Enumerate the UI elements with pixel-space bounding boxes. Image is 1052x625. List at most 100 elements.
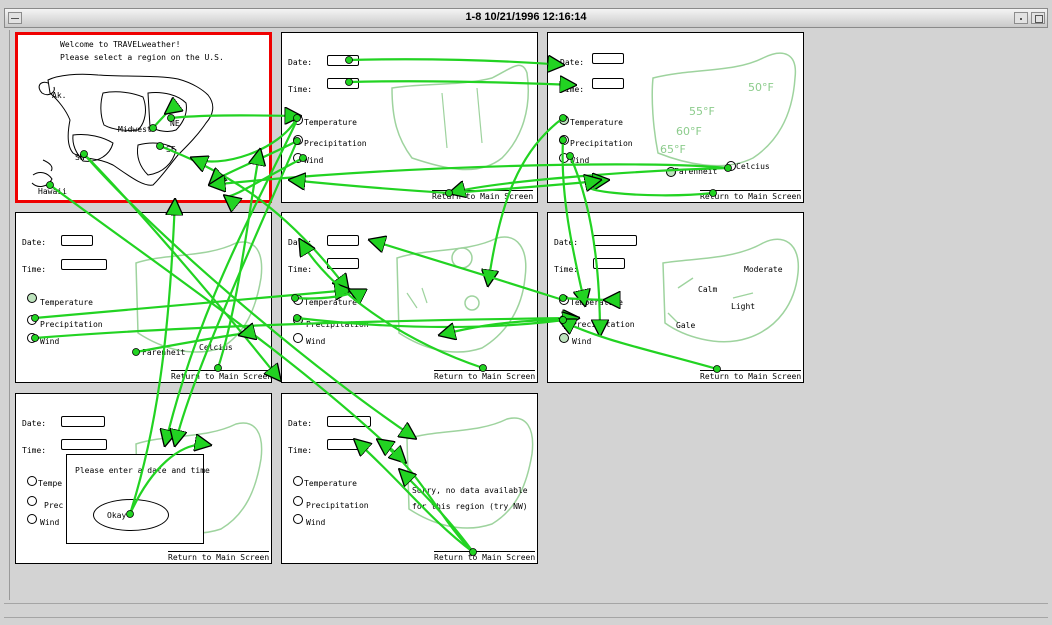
precipitation-label: Precipitation <box>570 139 633 148</box>
date-label: Date: <box>560 58 585 67</box>
screen-temperature-alt[interactable]: Date: Time: Temperature Precipitation Wi… <box>15 212 272 383</box>
wind-moderate-label: Moderate <box>744 265 783 274</box>
wind-radio[interactable] <box>293 153 303 163</box>
screen-no-data[interactable]: Date: Time: Temperature Precipitation Wi… <box>281 393 538 564</box>
no-data-message-2: for this region (try NW) <box>412 502 528 511</box>
date-label: Date: <box>22 419 47 428</box>
return-button[interactable]: Return to Main Screen <box>700 190 802 201</box>
time-label: Time: <box>288 85 313 94</box>
region-ne-label[interactable]: NE <box>170 119 180 128</box>
precipitation-radio[interactable] <box>559 135 569 145</box>
window-titlebar[interactable]: 1-8 10/21/1996 12:16:14 <box>4 8 1048 28</box>
us-map-sketch[interactable] <box>18 35 269 200</box>
time-label: Time: <box>288 265 313 274</box>
left-divider <box>9 30 10 600</box>
time-field[interactable] <box>327 439 359 450</box>
return-button[interactable]: Return to Main Screen <box>434 551 536 562</box>
okay-label: Okay <box>107 511 127 520</box>
time-label: Time: <box>554 265 579 274</box>
okay-button[interactable] <box>93 499 169 531</box>
precipitation-label: Precipitation <box>306 501 369 510</box>
time-field[interactable] <box>327 258 359 269</box>
wind-radio[interactable] <box>27 514 37 524</box>
screen-temperature[interactable]: 55°F 50°F 60°F 65°F Date: Time: Temperat… <box>547 32 804 203</box>
date-field[interactable] <box>327 55 359 66</box>
faint-map-sketch <box>135 241 263 353</box>
time-field[interactable] <box>592 78 624 89</box>
wind-radio[interactable] <box>559 333 569 343</box>
temperature-radio[interactable] <box>293 295 303 305</box>
celsius-radio[interactable] <box>726 161 736 171</box>
temperature-radio[interactable] <box>293 476 303 486</box>
temperature-radio[interactable] <box>559 115 569 125</box>
temperature-radio[interactable] <box>27 293 37 303</box>
date-field[interactable] <box>593 235 637 246</box>
temperature-radio[interactable] <box>559 295 569 305</box>
wind-label: Wind <box>306 337 326 346</box>
celsius-label: Celcius <box>736 162 770 171</box>
window-title: 1-8 10/21/1996 12:16:14 <box>465 11 587 23</box>
temperature-label-short: Tempe <box>38 479 63 488</box>
return-button[interactable]: Return to Main Screen <box>700 370 802 381</box>
precipitation-radio[interactable] <box>27 315 37 325</box>
time-label: Time: <box>288 446 313 455</box>
wind-label: Wind <box>40 518 60 527</box>
faint-map-sketch <box>406 417 534 529</box>
date-label: Date: <box>288 58 313 67</box>
maximize-button[interactable] <box>1031 12 1045 24</box>
date-field[interactable] <box>327 235 359 246</box>
temperature-label: Temperature <box>304 118 357 127</box>
wind-radio[interactable] <box>293 514 303 524</box>
date-field[interactable] <box>592 53 624 64</box>
wind-label: Wind <box>306 518 326 527</box>
region-sw-label[interactable]: SW <box>75 153 85 162</box>
precipitation-radio[interactable] <box>293 496 303 506</box>
temperature-label: Temperature <box>304 479 357 488</box>
precipitation-label: Precipitation <box>572 320 635 329</box>
region-se-label[interactable]: SE <box>166 145 176 154</box>
screen-select-datetime[interactable]: Date: Time: Temperature Precipitation Wi… <box>281 32 538 203</box>
wind-radio[interactable] <box>27 333 37 343</box>
minimize-button[interactable] <box>1014 12 1028 24</box>
time-field[interactable] <box>61 439 107 450</box>
wind-label: Wind <box>304 156 324 165</box>
region-midwest-label[interactable]: Midwest <box>118 125 152 134</box>
time-field[interactable] <box>327 78 359 89</box>
wind-radio[interactable] <box>293 333 303 343</box>
temperature-radio[interactable] <box>27 476 37 486</box>
date-field[interactable] <box>61 235 93 246</box>
precipitation-radio[interactable] <box>293 135 303 145</box>
faint-temp-map-sketch <box>651 52 797 167</box>
date-label: Date: <box>22 238 47 247</box>
precipitation-radio[interactable] <box>27 496 37 506</box>
time-label: Time: <box>22 265 47 274</box>
date-label: Date: <box>554 238 579 247</box>
precipitation-label-short: Prec <box>44 501 64 510</box>
screen-enter-datetime-popup[interactable]: Date: Time: Tempe Prec Wind Please enter… <box>15 393 272 564</box>
bottom-divider-2 <box>4 617 1048 618</box>
precipitation-radio[interactable] <box>559 315 569 325</box>
temperature-label: Temperature <box>40 298 93 307</box>
return-button[interactable]: Return to Main Screen <box>168 551 270 562</box>
wind-label: Wind <box>572 337 592 346</box>
date-field[interactable] <box>327 416 371 427</box>
screen-wind[interactable]: Moderate Calm Light Gale Date: Time: Tem… <box>547 212 804 383</box>
time-field[interactable] <box>593 258 625 269</box>
screen-precipitation[interactable]: Date: Time: Temperature Precipitation Wi… <box>281 212 538 383</box>
region-alaska-label[interactable]: Ak. <box>52 91 66 100</box>
date-field[interactable] <box>61 416 105 427</box>
return-button[interactable]: Return to Main Screen <box>432 190 534 201</box>
time-field[interactable] <box>61 259 107 270</box>
app-window: 1-8 10/21/1996 12:16:14 Welcome to TRAVE… <box>0 0 1052 625</box>
region-hawaii-label[interactable]: Hawaii <box>38 187 67 196</box>
popup-message: Please enter a date and time <box>75 466 210 475</box>
temperature-radio[interactable] <box>293 115 303 125</box>
return-button[interactable]: Return to Main Screen <box>171 370 271 381</box>
screen-welcome[interactable]: Welcome to TRAVELweather! Please select … <box>15 32 272 203</box>
wind-radio[interactable] <box>559 153 569 163</box>
wind-label: Wind <box>570 156 590 165</box>
precipitation-radio[interactable] <box>293 315 303 325</box>
faint-map-sketch <box>391 64 529 171</box>
temp-label-3: 60°F <box>676 125 702 138</box>
return-button[interactable]: Return to Main Screen <box>434 370 536 381</box>
